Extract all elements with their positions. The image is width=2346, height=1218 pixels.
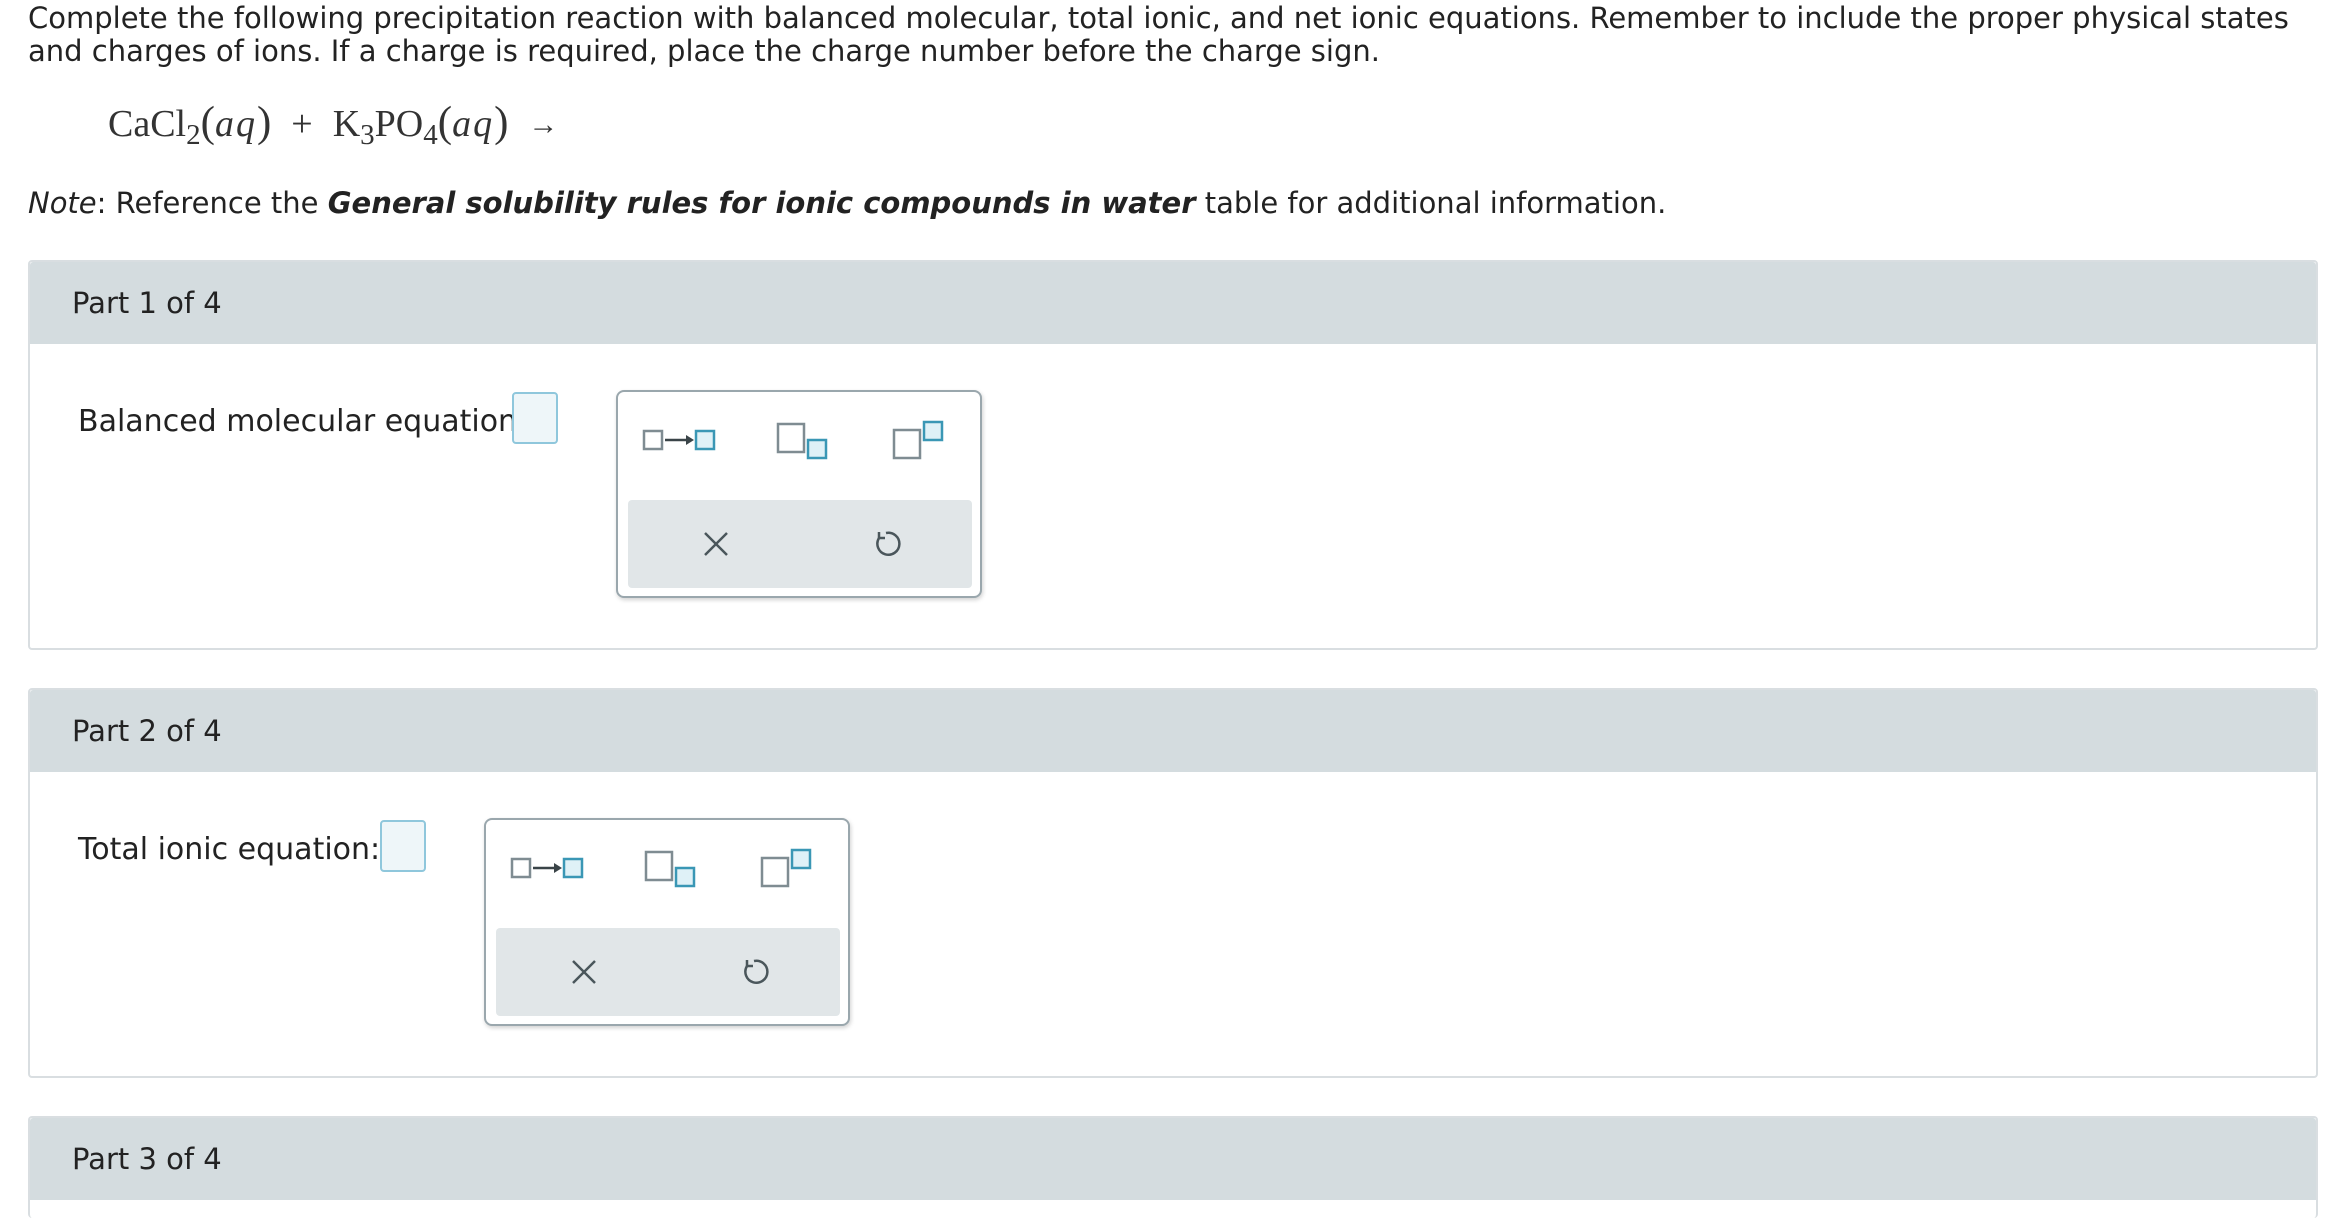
reactant-1-subscript: 2: [186, 119, 201, 151]
equation-palette-part-1: [616, 390, 982, 598]
total-ionic-answer-box[interactable]: [380, 820, 426, 872]
reactant-2-subscript-a: 3: [360, 119, 375, 151]
reactant-2-part-b: PO: [374, 103, 424, 145]
note-prefix: Note: [28, 186, 97, 220]
balanced-molecular-answer-box[interactable]: [512, 392, 558, 444]
part-1-panel: Part 1 of 4 Balanced molecular equation:: [28, 260, 2318, 650]
palette-actions-part-2: [496, 928, 840, 1016]
instructions-text: Complete the following precipitation rea…: [28, 1, 2289, 68]
reactant-2-part-a: K: [332, 103, 361, 145]
equation-palette-part-2: [484, 818, 850, 1026]
reactant-2-subscript-b: 4: [423, 119, 438, 151]
part-1-header: Part 1 of 4: [30, 262, 2316, 344]
subscript-icon[interactable]: [644, 846, 698, 890]
note-text: Note: Reference the General solubility r…: [28, 186, 1666, 220]
reaction-arrow-icon[interactable]: [642, 418, 716, 462]
total-ionic-label: Total ionic equation:: [78, 832, 381, 867]
note-text-2: table for additional information.: [1195, 186, 1667, 220]
note-text-1: : Reference the: [96, 186, 328, 220]
palette-actions-part-1: [628, 500, 972, 588]
undo-icon[interactable]: [732, 950, 776, 994]
undo-icon[interactable]: [864, 522, 908, 566]
clear-icon[interactable]: [694, 522, 738, 566]
part-2-panel: Part 2 of 4 Total ionic equation:: [28, 688, 2318, 1078]
reactant-1: CaCl: [108, 103, 187, 145]
part-2-header: Part 2 of 4: [30, 690, 2316, 772]
plus-sign: +: [291, 103, 313, 145]
state-2: aq: [452, 103, 495, 145]
balanced-molecular-label: Balanced molecular equation:: [78, 404, 528, 439]
superscript-icon[interactable]: [760, 846, 814, 890]
subscript-icon[interactable]: [776, 418, 830, 462]
part-3-header: Part 3 of 4: [30, 1118, 2316, 1200]
superscript-icon[interactable]: [892, 418, 946, 462]
reaction-arrow: →: [528, 108, 559, 141]
solubility-rules-link[interactable]: General solubility rules for ionic compo…: [328, 186, 1196, 220]
clear-icon[interactable]: [562, 950, 606, 994]
reaction-arrow-icon[interactable]: [510, 846, 584, 890]
part-3-panel: Part 3 of 4: [28, 1116, 2318, 1218]
state-1: aq: [214, 103, 257, 145]
reaction-equation: CaCl 2 (aq) + K 3 PO 4 (aq) →: [108, 99, 559, 151]
